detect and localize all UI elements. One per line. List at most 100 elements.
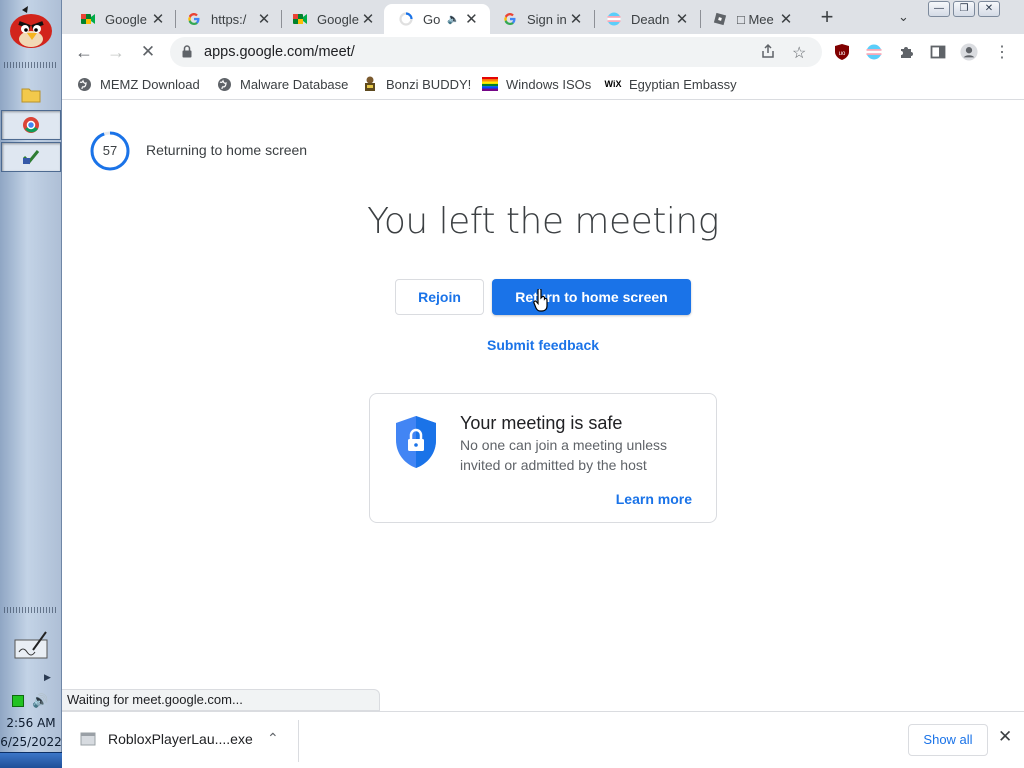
bonzi-icon	[362, 76, 378, 92]
chrome-icon	[23, 117, 39, 133]
tab-title: Deadn	[631, 11, 670, 27]
taskbar-bottom-bar	[0, 752, 62, 768]
google-icon	[186, 11, 202, 27]
rejoin-button[interactable]: Rejoin	[395, 279, 484, 315]
clock-date: 6/25/2022	[0, 735, 62, 749]
tab-title: Google	[105, 11, 147, 27]
profile-avatar-icon[interactable]	[960, 43, 978, 61]
tab-active-meet[interactable]: Go 🔈 ✕	[384, 4, 490, 34]
signature-tool-icon	[14, 631, 48, 659]
stop-loading-button[interactable]: ✕	[136, 40, 160, 64]
download-separator	[298, 720, 299, 762]
taskbar-app-button[interactable]	[1, 142, 61, 172]
tab-deadname[interactable]: Deadn ✕	[592, 4, 698, 34]
bookmark-windows-isos[interactable]: Windows ISOs	[482, 76, 591, 92]
executable-file-icon	[80, 732, 96, 746]
minimize-button[interactable]: —	[928, 1, 950, 17]
bookmark-label: Windows ISOs	[506, 76, 592, 92]
tab-close-icon[interactable]: ✕	[150, 10, 166, 28]
lock-icon[interactable]	[182, 45, 192, 63]
new-tab-button[interactable]: +	[814, 6, 840, 30]
tab-title: □ Mee	[737, 11, 774, 27]
tab-google-search[interactable]: https:/ ✕	[168, 4, 280, 34]
tab-close-icon[interactable]: ✕	[360, 10, 376, 28]
tab-google-meet-2[interactable]: Google ✕	[274, 4, 384, 34]
tab-sign-in[interactable]: Sign in ✕	[490, 4, 592, 34]
close-shelf-icon[interactable]: ✕	[998, 727, 1012, 747]
shield-lock-icon	[396, 416, 436, 468]
countdown-number: 57	[102, 143, 118, 158]
taskbar-folder-button[interactable]	[1, 79, 61, 109]
tab-strip: Google ✕ https:/ ✕ Google ✕ Go 🔈 ✕ Sign …	[62, 0, 1024, 34]
side-panel-icon[interactable]	[929, 43, 947, 61]
tab-search-chevron-icon[interactable]: ⌄	[898, 9, 909, 25]
address-bar[interactable]: apps.google.com/meet/ ☆	[170, 37, 822, 67]
bookmark-malware-database[interactable]: Malware Database	[216, 76, 348, 92]
download-options-chevron-icon[interactable]: ⌃	[267, 730, 279, 747]
taskbar-grip[interactable]	[4, 607, 58, 613]
globe-icon	[216, 76, 232, 92]
tab-title: Google	[317, 11, 359, 27]
bookmark-bonzi-buddy[interactable]: Bonzi BUDDY!	[362, 76, 471, 92]
more-menu-icon[interactable]: ⋮	[993, 43, 1011, 61]
checkmark-app-icon	[22, 150, 40, 165]
rainbow-flag-icon	[482, 76, 498, 92]
close-window-button[interactable]: ✕	[978, 1, 1000, 17]
tab-close-icon[interactable]: ✕	[463, 10, 479, 28]
submit-feedback-link[interactable]: Submit feedback	[62, 337, 1024, 353]
countdown-label: Returning to home screen	[146, 142, 308, 158]
url-text: apps.google.com/meet/	[204, 44, 355, 60]
trans-flag-extension-icon[interactable]	[865, 43, 883, 61]
bookmark-label: Malware Database	[240, 76, 349, 92]
hand-cursor-icon	[533, 289, 548, 312]
forward-button[interactable]: →	[104, 40, 128, 64]
folder-icon	[21, 88, 41, 103]
tab-audio-icon[interactable]: 🔈	[447, 14, 459, 25]
tab-close-icon[interactable]: ✕	[674, 10, 690, 28]
roblox-icon	[712, 11, 728, 27]
network-icon[interactable]	[12, 695, 24, 707]
tab-close-icon[interactable]: ✕	[568, 10, 584, 28]
show-all-button[interactable]: Show all	[908, 724, 988, 756]
back-button[interactable]: ←	[72, 40, 96, 64]
restore-button[interactable]: ❐	[953, 1, 975, 17]
flag-icon	[606, 11, 622, 27]
download-item[interactable]: RobloxPlayerLau....exe	[80, 731, 253, 747]
bookmark-memz[interactable]: MEMZ Download	[76, 76, 200, 92]
status-bar: Waiting for meet.google.com...	[62, 689, 380, 711]
card-text: No one can join a meeting unless invited…	[460, 437, 668, 473]
bookmark-egyptian-embassy[interactable]: WiX Egyptian Embassy	[605, 76, 737, 92]
taskbar-chrome-button[interactable]	[1, 110, 61, 140]
taskbar-signature-button[interactable]	[1, 628, 61, 662]
taskbar: ▶ 🔊 2:56 AM 6/25/2022	[0, 0, 62, 768]
tab-title: Sign in	[527, 11, 567, 27]
bookmark-star-icon[interactable]: ☆	[792, 43, 806, 63]
globe-icon	[76, 76, 92, 92]
page-title: You left the meeting	[367, 201, 719, 242]
taskbar-grip[interactable]	[4, 62, 58, 68]
tab-roblox[interactable]: □ Mee ✕	[698, 4, 802, 34]
learn-more-link[interactable]: Learn more	[616, 491, 692, 507]
download-shelf: RobloxPlayerLau....exe ⌃ Show all ✕	[62, 711, 1024, 768]
tray-expand-icon[interactable]: ▶	[44, 672, 51, 683]
tab-close-icon[interactable]: ✕	[778, 10, 794, 28]
tab-title: https:/	[211, 11, 247, 27]
card-title: Your meeting is safe	[460, 413, 623, 433]
share-icon[interactable]	[760, 43, 776, 64]
tab-close-icon[interactable]: ✕	[256, 10, 272, 28]
svg-text:uo: uo	[839, 51, 846, 57]
return-home-button[interactable]: Return to home screen	[492, 279, 691, 315]
angry-bird-start-icon[interactable]	[8, 6, 54, 50]
window-controls: — ❐ ✕	[928, 1, 1000, 17]
bookmark-label: MEMZ Download	[100, 76, 200, 92]
taskbar-clock[interactable]: 2:56 AM 6/25/2022	[0, 714, 62, 752]
meeting-safe-card: Your meeting is safe No one can join a m…	[369, 393, 717, 523]
volume-icon[interactable]: 🔊	[32, 693, 48, 709]
extensions-puzzle-icon[interactable]	[897, 43, 915, 61]
tab-google-meet-1[interactable]: Google ✕	[62, 4, 174, 34]
bookmarks-bar: MEMZ Download Malware Database Bonzi BUD…	[62, 70, 1024, 100]
ublock-extension-icon[interactable]: uo	[833, 43, 851, 61]
meet-left-page: 57 Returning to home screen You left the…	[62, 101, 1024, 711]
google-meet-icon	[292, 11, 308, 27]
bookmark-label: Egyptian Embassy	[629, 76, 737, 92]
